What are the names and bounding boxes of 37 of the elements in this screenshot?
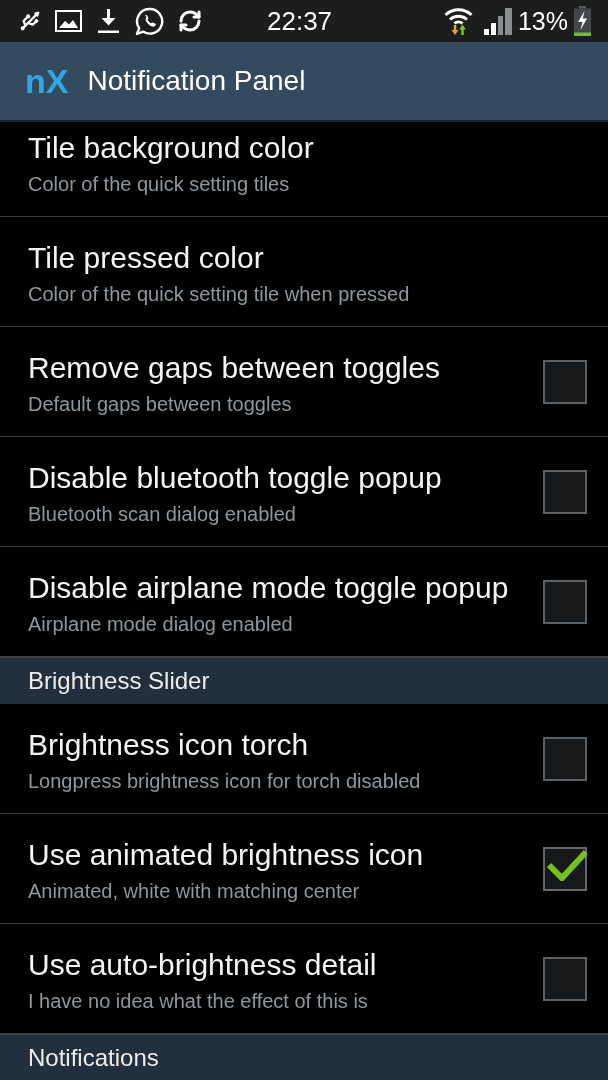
setting-title: Remove gaps between toggles <box>28 350 441 386</box>
setting-title: Disable bluetooth toggle popup <box>28 460 443 496</box>
section-title: Notifications <box>28 1043 159 1073</box>
signal-icon <box>483 7 512 35</box>
section-title: Brightness Slider <box>28 666 210 696</box>
setting-summary: Airplane mode dialog enabled <box>28 612 294 637</box>
setting-summary: Color of the quick setting tiles <box>28 172 291 197</box>
checkbox[interactable] <box>543 956 587 1001</box>
checkbox[interactable] <box>543 359 587 404</box>
checkbox[interactable] <box>543 579 587 624</box>
sync-icon <box>178 9 202 33</box>
checkbox[interactable] <box>543 846 587 891</box>
setting-title: Tile background color <box>28 130 315 166</box>
setting-title: Use animated brightness icon <box>28 837 425 873</box>
checkmark-icon <box>547 848 587 881</box>
app-logo: nX <box>25 61 69 101</box>
chat-bubble-icon <box>135 6 164 36</box>
checkbox[interactable] <box>543 469 587 514</box>
setting-summary: I have no idea what the effect of this is <box>28 989 369 1014</box>
setting-summary: Longpress brightness icon for torch disabled <box>28 769 422 794</box>
image-icon <box>55 10 82 32</box>
usb-icon <box>19 10 41 32</box>
download-icon <box>98 8 119 34</box>
battery-icon <box>573 6 592 36</box>
setting-title: Use auto-brightness detail <box>28 947 378 983</box>
battery-percent: 13% <box>517 6 568 36</box>
setting-summary: Default gaps between toggles <box>28 392 293 417</box>
setting-title: Tile pressed color <box>28 240 265 276</box>
checkbox[interactable] <box>543 736 587 781</box>
setting-title: Brightness icon torch <box>28 727 310 763</box>
setting-title: Disable airplane mode toggle popup <box>28 570 510 606</box>
wifi-icon <box>442 6 474 36</box>
setting-summary: Animated, white with matching center <box>28 879 361 904</box>
setting-summary: Color of the quick setting tile when pressed <box>28 282 411 307</box>
clock-time: 22:37 <box>267 6 333 36</box>
app-title: Notification Panel <box>87 64 306 98</box>
setting-summary: Bluetooth scan dialog enabled <box>28 502 297 527</box>
